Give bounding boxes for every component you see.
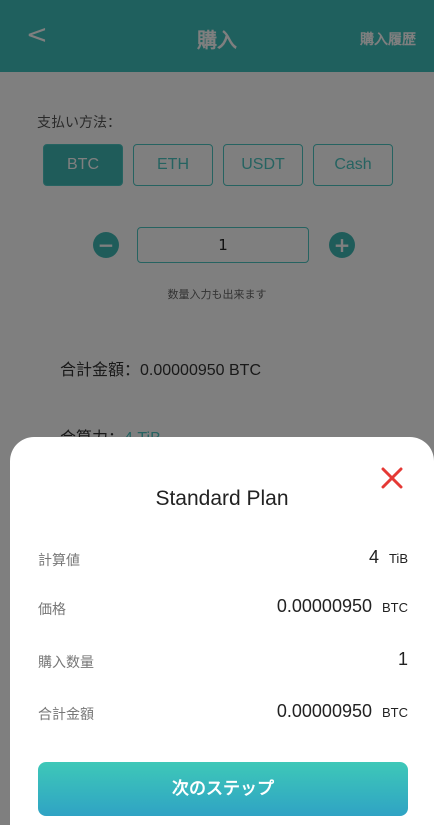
detail-row-total: 合計金額 0.00000950 BTC <box>38 701 408 726</box>
detail-label: 購入数量 <box>38 655 94 671</box>
detail-value-group: 4 TiB <box>369 547 408 568</box>
detail-value: 4 <box>368 547 379 567</box>
detail-unit: BTC <box>382 705 408 720</box>
close-icon[interactable] <box>379 465 405 491</box>
detail-label: 合計金額 <box>38 707 94 723</box>
plan-confirm-sheet: Standard Plan 計算値 4 TiB 価格 0.00000950 BTC … <box>10 437 434 825</box>
plan-title: Standard Plan <box>155 487 289 510</box>
detail-row-hashrate: 計算値 4 TiB <box>38 547 408 572</box>
detail-unit: BTC <box>382 600 408 615</box>
detail-value: 1 <box>397 649 408 669</box>
detail-label: 価格 <box>38 602 66 618</box>
detail-value: 0.00000950 <box>276 596 372 616</box>
detail-unit: TiB <box>388 551 408 566</box>
detail-value-group: 0.00000950 BTC <box>277 596 408 617</box>
detail-row-price: 価格 0.00000950 BTC <box>38 596 408 621</box>
detail-label: 計算値 <box>38 553 80 569</box>
detail-value-group: 0.00000950 BTC <box>277 701 408 722</box>
detail-row-quantity: 購入数量 1 <box>38 649 408 674</box>
purchase-page: < 購入 購入履歴 支払い方法： BTC ETH USDT Cash − 1 +… <box>0 0 434 825</box>
next-step-button[interactable]: 次のステップ <box>38 762 408 816</box>
detail-value: 0.00000950 <box>276 701 372 721</box>
detail-value-group: 1 <box>398 649 408 670</box>
